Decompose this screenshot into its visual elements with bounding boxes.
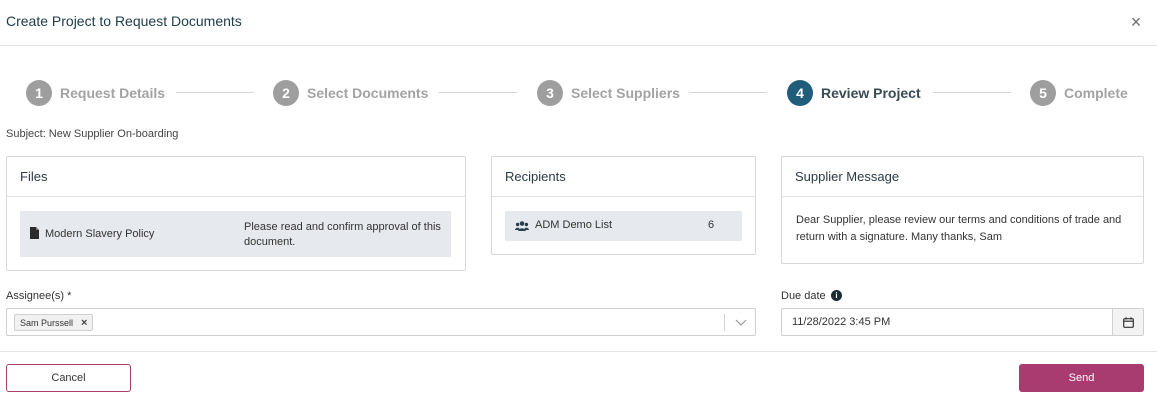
chevron-down-icon[interactable] <box>734 315 748 329</box>
step-connector <box>176 92 254 93</box>
users-icon <box>515 221 529 231</box>
subject-line: Subject: New Supplier On-boarding <box>6 128 179 140</box>
step-complete[interactable]: 5 Complete <box>1030 80 1128 106</box>
step-connector <box>933 92 1011 93</box>
calendar-button[interactable] <box>1112 308 1144 336</box>
calendar-icon <box>1122 316 1134 328</box>
modal-header: Create Project to Request Documents × <box>0 0 1157 46</box>
recipients-panel-title: Recipients <box>492 157 755 197</box>
step-connector <box>439 92 517 93</box>
stepper: 1 Request Details 2 Select Documents 3 S… <box>0 78 1157 108</box>
step-number: 5 <box>1030 80 1056 106</box>
select-separator <box>724 314 725 331</box>
assignee-chip: Sam Purssell × <box>14 314 94 331</box>
assignees-label: Assignee(s) * <box>6 290 72 302</box>
step-select-suppliers[interactable]: 3 Select Suppliers <box>537 80 680 106</box>
step-number: 4 <box>787 80 813 106</box>
file-note: Please read and confirm approval of this… <box>244 221 441 248</box>
supplier-message-text: Dear Supplier, please review our terms a… <box>796 214 1122 243</box>
step-connector <box>689 92 767 93</box>
step-label: Request Details <box>60 85 166 101</box>
step-select-documents[interactable]: 2 Select Documents <box>273 80 428 106</box>
assignees-select[interactable]: Sam Purssell × <box>6 308 756 336</box>
footer-divider <box>0 351 1157 352</box>
step-request-details[interactable]: 1 Request Details <box>26 80 165 106</box>
send-button[interactable]: Send <box>1019 364 1144 392</box>
step-label: Complete <box>1064 85 1128 101</box>
recipient-name: ADM Demo List <box>535 219 613 231</box>
step-label: Review Project <box>821 85 921 101</box>
step-number: 1 <box>26 80 52 106</box>
step-label: Select Documents <box>307 85 429 101</box>
file-item[interactable]: Modern Slavery Policy Please read and co… <box>20 211 451 257</box>
close-icon[interactable]: × <box>1128 13 1144 31</box>
info-icon[interactable]: i <box>831 290 842 301</box>
step-label: Select Suppliers <box>571 85 680 101</box>
modal-title: Create Project to Request Documents <box>6 13 242 29</box>
recipients-panel: Recipients ADM Demo List 6 <box>491 156 756 255</box>
due-date-label: Due date <box>781 290 826 302</box>
step-review-project[interactable]: 4 Review Project <box>787 80 921 106</box>
due-date-input[interactable] <box>781 308 1113 336</box>
remove-assignee-icon[interactable]: × <box>81 317 87 329</box>
step-number: 3 <box>537 80 563 106</box>
supplier-message-title: Supplier Message <box>782 157 1143 197</box>
recipient-count: 6 <box>708 219 715 231</box>
assignee-chip-label: Sam Purssell <box>20 317 74 328</box>
step-number: 2 <box>273 80 299 106</box>
file-name: Modern Slavery Policy <box>45 228 155 240</box>
recipient-item[interactable]: ADM Demo List 6 <box>505 211 742 241</box>
supplier-message-panel: Supplier Message Dear Supplier, please r… <box>781 156 1144 264</box>
files-panel-title: Files <box>7 157 465 197</box>
cancel-button[interactable]: Cancel <box>6 364 131 392</box>
document-icon <box>30 227 39 239</box>
files-panel: Files Modern Slavery Policy Please read … <box>6 156 466 271</box>
